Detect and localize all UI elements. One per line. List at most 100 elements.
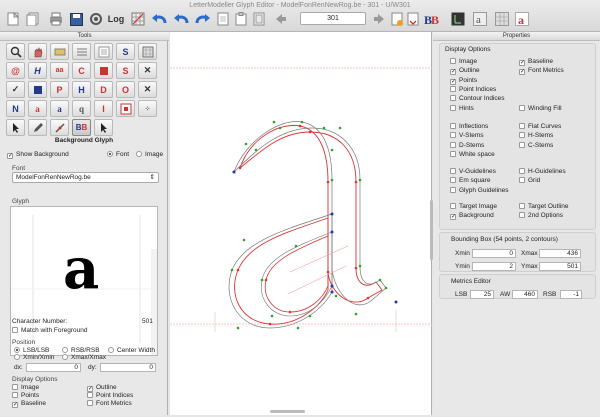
font-radio[interactable]: Font xyxy=(107,151,129,158)
export-glyph-icon[interactable] xyxy=(406,10,420,28)
glyph-p-icon[interactable]: P xyxy=(50,81,69,98)
center-width-radio[interactable]: Center Width xyxy=(108,347,155,354)
list-icon[interactable] xyxy=(94,43,113,60)
log-button[interactable]: Log xyxy=(108,10,125,28)
background-glyph-tool-icon[interactable]: BB xyxy=(72,119,91,136)
prop-option-stems_col2-1[interactable]: H-Stems xyxy=(519,132,553,139)
glyph-a-red-icon[interactable]: a xyxy=(28,100,47,117)
ruler-icon[interactable] xyxy=(50,43,69,60)
dx-field[interactable]: 0 xyxy=(26,363,81,372)
pen-icon[interactable] xyxy=(28,119,47,136)
undo-icon[interactable] xyxy=(150,10,168,28)
font-select[interactable]: ModelFonRenNewRog.be ⇕ xyxy=(12,172,159,183)
prop-option-options_col1-0[interactable]: Image xyxy=(450,58,477,65)
ymin-field[interactable]: 2 xyxy=(472,262,516,271)
dy-field[interactable]: 0 xyxy=(100,363,156,372)
prop-option-options_col1-3[interactable]: Point Indices xyxy=(450,85,496,93)
fill-icon[interactable] xyxy=(28,81,47,98)
new-glyph-icon[interactable] xyxy=(390,10,404,28)
glyph-red-a-icon[interactable]: a xyxy=(514,10,530,28)
lsb-lsb-radio[interactable]: LSB/LSB xyxy=(14,347,49,354)
prop-option-target_col1-0[interactable]: Target Image xyxy=(450,203,497,210)
prop-option-stems_col1-1[interactable]: V-Stems xyxy=(450,132,484,139)
rotate-icon[interactable]: @ xyxy=(6,62,25,79)
prop-option-guides_col1-2[interactable]: Glyph Guidelines xyxy=(450,186,509,194)
prop-option-guides_col1-1[interactable]: Em square xyxy=(450,177,490,184)
print-icon[interactable] xyxy=(48,10,64,28)
glyph-o-icon[interactable]: O xyxy=(116,81,135,98)
prop-option-options_col2-1[interactable]: ✓ Font Metrics xyxy=(519,67,564,76)
prop-option-stems_col2-0[interactable]: Flat Curves xyxy=(519,123,561,130)
prop-option-target_col2-1[interactable]: 2nd Options xyxy=(519,212,563,219)
opt-points-checkbox[interactable]: Points xyxy=(12,392,39,399)
prop-option-stems_col2-2[interactable]: C-Stems xyxy=(519,141,553,149)
glyph-s-red-icon[interactable]: S xyxy=(116,62,135,79)
canvas-horizontal-scrollbar[interactable] xyxy=(270,410,305,413)
prop-option-target_col2-0[interactable]: Target Outline xyxy=(519,203,568,210)
glyph-d-icon[interactable]: D xyxy=(94,81,113,98)
aw-field[interactable]: 460 xyxy=(512,290,538,299)
prop-option-stems_col1-2[interactable]: D-Stems xyxy=(450,141,484,149)
glyph-a-icon[interactable]: a xyxy=(472,10,488,28)
lsb-field[interactable]: 25 xyxy=(470,290,494,299)
prop-option-guides_col2-1[interactable]: Grid xyxy=(519,177,540,184)
grid-select-icon[interactable] xyxy=(138,43,157,60)
glyph-table-icon[interactable] xyxy=(494,10,510,28)
metrics-view-icon[interactable] xyxy=(450,10,466,28)
delete-icon[interactable]: ✕ xyxy=(138,62,157,79)
glyph-a-blue-icon[interactable]: a xyxy=(50,100,69,117)
opt-baseline-checkbox[interactable]: ✓ Baseline xyxy=(12,400,46,408)
image-radio[interactable]: Image xyxy=(136,151,163,158)
character-number-value[interactable]: 501 xyxy=(142,318,153,325)
glyph-q-icon[interactable]: q xyxy=(72,100,91,117)
settings-icon[interactable] xyxy=(88,10,104,28)
prop-option-options_col2-2[interactable]: Winding Fill xyxy=(519,104,562,112)
glyph-canvas[interactable] xyxy=(170,32,432,415)
rsb-rsb-radio[interactable]: RSB/RSB xyxy=(62,347,100,354)
opt-font-metrics-checkbox[interactable]: Font Metrics xyxy=(87,400,132,407)
lines-icon[interactable] xyxy=(72,43,91,60)
xmin-field[interactable]: 0 xyxy=(472,249,516,258)
preview-scrollbar[interactable] xyxy=(151,249,157,355)
rect-icon[interactable] xyxy=(94,62,113,79)
prop-option-options_col1-5[interactable]: Hints xyxy=(450,104,474,112)
transform-icon[interactable]: ⁘ xyxy=(138,100,157,117)
ymax-field[interactable]: 501 xyxy=(539,262,581,271)
glyph-number-field[interactable]: 301 xyxy=(300,12,366,25)
prop-option-stems_col1-0[interactable]: Inflections xyxy=(450,123,488,130)
prop-option-stems_col1-3[interactable]: White space xyxy=(450,150,495,158)
duplicate-icon[interactable] xyxy=(252,10,266,28)
opt-image-checkbox[interactable]: Image xyxy=(12,384,39,391)
new-doc-icon[interactable] xyxy=(6,10,20,28)
glyph-c-icon[interactable]: C xyxy=(72,62,91,79)
canvas-vertical-scrollbar[interactable] xyxy=(430,200,433,260)
prop-option-options_col1-4[interactable]: Contour Indices xyxy=(450,95,505,102)
show-background-checkbox[interactable]: ✓ Show Background xyxy=(7,151,69,159)
zoom-icon[interactable] xyxy=(6,43,25,60)
glyph-n-icon[interactable]: N xyxy=(6,100,25,117)
arrow-icon[interactable] xyxy=(6,119,25,136)
copy-icon[interactable] xyxy=(216,10,230,28)
prop-option-options_col1-1[interactable]: ✓ Outline xyxy=(450,67,480,76)
glyph-aa-icon[interactable]: aa xyxy=(50,62,69,79)
prop-option-guides_col2-0[interactable]: H-Guidelines xyxy=(519,168,566,175)
open-doc-icon[interactable] xyxy=(25,10,41,28)
close-x-icon[interactable]: ✕ xyxy=(138,81,157,98)
grid-tool-icon[interactable] xyxy=(130,10,146,28)
opt-point-indices-checkbox[interactable]: Point Indices xyxy=(87,392,133,399)
match-foreground-checkbox[interactable]: Match with Foreground xyxy=(12,327,87,334)
pointer-icon[interactable] xyxy=(94,119,113,136)
check-icon[interactable]: ✓ xyxy=(6,81,25,98)
xmax-xmax-radio[interactable]: Xmax/Xmax xyxy=(62,354,106,361)
rsb-field[interactable]: -1 xyxy=(560,290,582,299)
glyph-h2-icon[interactable]: H xyxy=(72,81,91,98)
frame-icon[interactable] xyxy=(116,100,135,117)
prop-option-target_col1-1[interactable]: ✓ Background xyxy=(450,212,494,221)
glyph-i-icon[interactable]: I xyxy=(94,100,113,117)
glyph-outline-drawing[interactable] xyxy=(170,32,432,415)
previous-glyph-icon[interactable] xyxy=(274,10,288,28)
undo-more-icon[interactable] xyxy=(172,10,190,28)
knife-icon[interactable] xyxy=(50,119,69,136)
redo-icon[interactable] xyxy=(194,10,212,28)
glyph-h-icon[interactable]: H xyxy=(28,62,47,79)
